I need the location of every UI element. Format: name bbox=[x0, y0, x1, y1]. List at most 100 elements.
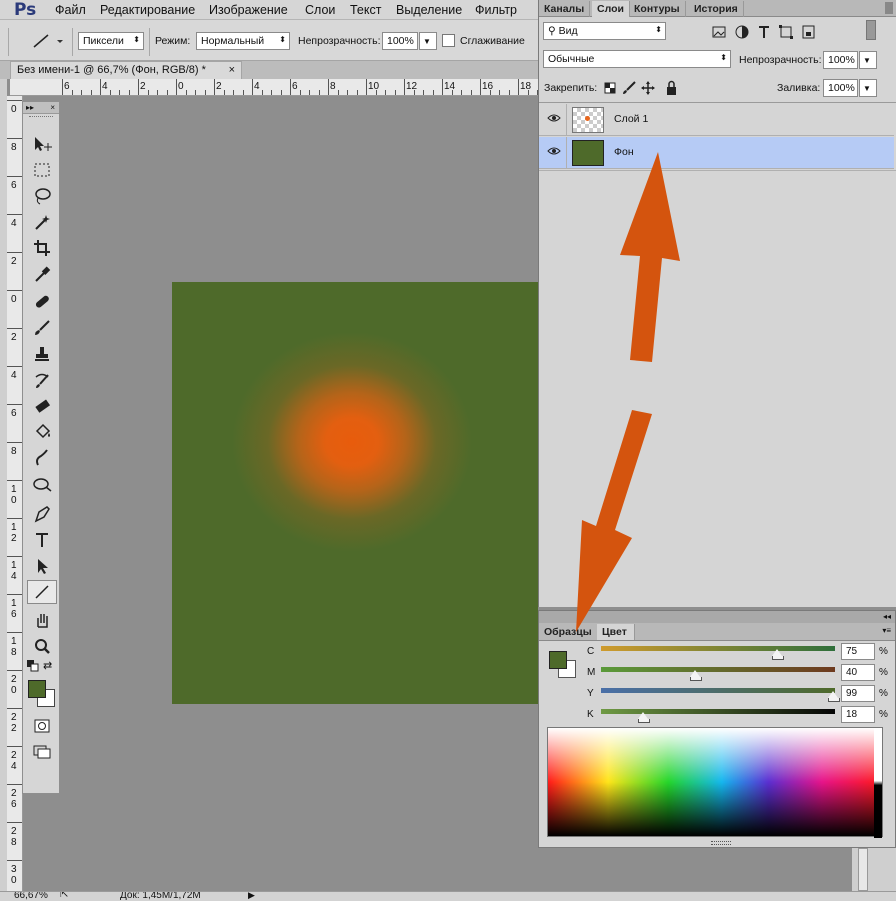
move-tool[interactable] bbox=[27, 132, 57, 156]
path-selection-tool[interactable] bbox=[27, 554, 57, 578]
close-icon[interactable]: × bbox=[50, 102, 55, 113]
smart-object-filter-icon[interactable] bbox=[802, 25, 815, 39]
close-icon[interactable]: × bbox=[229, 64, 235, 76]
swap-colors-icon[interactable]: ⇄ bbox=[43, 659, 57, 673]
black-slider-track[interactable] bbox=[601, 709, 835, 714]
adjustment-filter-icon[interactable] bbox=[735, 25, 749, 39]
opacity-dropdown-button[interactable]: ▼ bbox=[419, 32, 437, 50]
crop-tool[interactable] bbox=[27, 236, 57, 260]
yellow-slider-thumb[interactable] bbox=[828, 691, 840, 702]
menu-edit[interactable]: Редактирование bbox=[100, 3, 195, 17]
black-slider-thumb[interactable] bbox=[638, 712, 650, 723]
hand-tool[interactable] bbox=[27, 608, 57, 632]
paint-bucket-tool[interactable] bbox=[27, 420, 57, 444]
eye-icon[interactable] bbox=[547, 146, 561, 159]
black-white-ramp[interactable] bbox=[874, 728, 882, 838]
antialias-checkbox[interactable] bbox=[442, 34, 455, 47]
vertical-ruler[interactable]: 0 8 6 4 2 0 2 4 6 8 10 12 14 16 18 20 22 24 26 28 30 bbox=[7, 96, 23, 891]
image-filter-icon[interactable] bbox=[712, 26, 726, 38]
tools-grip[interactable] bbox=[29, 116, 53, 126]
foreground-color-swatch[interactable] bbox=[549, 651, 567, 669]
type-filter-icon[interactable] bbox=[759, 26, 769, 38]
fill-input[interactable]: 100% bbox=[823, 79, 858, 97]
collapse-icon[interactable]: ◂◂ bbox=[883, 612, 891, 621]
fill-dropdown[interactable]: ▼ bbox=[859, 79, 877, 97]
collapse-icon[interactable]: ▸▸ bbox=[26, 103, 34, 112]
document-canvas[interactable] bbox=[172, 282, 538, 704]
brush-tool[interactable] bbox=[27, 316, 57, 340]
pen-tool[interactable] bbox=[27, 502, 57, 526]
yellow-value-input[interactable]: 99 bbox=[841, 685, 875, 702]
zoom-level[interactable]: 66,67% bbox=[14, 892, 48, 901]
tab-history[interactable]: История bbox=[689, 1, 744, 17]
lock-transparency-icon[interactable] bbox=[604, 82, 616, 94]
cyan-slider-thumb[interactable] bbox=[772, 649, 784, 660]
layer-row-background[interactable]: Фон bbox=[539, 137, 894, 169]
eyedropper-tool[interactable] bbox=[27, 262, 57, 286]
layer-opacity-input[interactable]: 100% bbox=[823, 51, 858, 69]
lock-all-icon[interactable] bbox=[667, 80, 676, 96]
marquee-tool[interactable] bbox=[27, 158, 57, 182]
lasso-tool[interactable] bbox=[27, 184, 57, 208]
menu-layers[interactable]: Слои bbox=[305, 3, 335, 17]
resize-grip[interactable] bbox=[711, 841, 731, 845]
menu-image[interactable]: Изображение bbox=[209, 3, 288, 17]
black-value-input[interactable]: 18 bbox=[841, 706, 875, 723]
tab-paths[interactable]: Контуры bbox=[629, 1, 686, 17]
dodge-tool[interactable] bbox=[27, 472, 57, 496]
filter-toggle-switch[interactable] bbox=[866, 20, 876, 40]
shape-filter-icon[interactable] bbox=[779, 25, 793, 39]
menu-text[interactable]: Текст bbox=[350, 3, 381, 17]
cyan-slider-track[interactable] bbox=[601, 646, 835, 651]
layer-row-layer1[interactable]: Слой 1 bbox=[539, 104, 894, 136]
color-spectrum-ramp[interactable] bbox=[547, 727, 883, 838]
vertical-scrollbar[interactable] bbox=[852, 848, 896, 891]
magenta-slider-thumb[interactable] bbox=[690, 670, 702, 681]
mode-select[interactable]: Нормальный ⬍ bbox=[196, 32, 290, 50]
screen-mode-button[interactable] bbox=[27, 740, 57, 764]
yellow-slider-track[interactable] bbox=[601, 688, 835, 693]
healing-brush-tool[interactable] bbox=[27, 290, 57, 314]
panel-menu-icon[interactable]: ▾≡ bbox=[882, 626, 891, 635]
tab-layers[interactable]: Слои bbox=[592, 1, 630, 17]
units-select[interactable]: Пиксели ⬍ bbox=[78, 32, 144, 50]
line-tool[interactable] bbox=[27, 580, 57, 604]
export-icon[interactable]: ⇱ bbox=[60, 892, 68, 900]
quick-mask-button[interactable] bbox=[27, 714, 57, 738]
tools-panel-header[interactable]: ▸▸ × bbox=[23, 102, 59, 114]
clone-stamp-tool[interactable] bbox=[27, 342, 57, 366]
panel-scroll-handle[interactable] bbox=[885, 2, 893, 14]
smudge-tool[interactable] bbox=[27, 446, 57, 470]
tab-swatches[interactable]: Образцы bbox=[539, 624, 598, 640]
document-tab[interactable]: Без имени-1 @ 66,7% (Фон, RGB/8) * × bbox=[10, 61, 242, 79]
horizontal-ruler[interactable]: 64202468101214161820 bbox=[10, 79, 540, 96]
layer-name[interactable]: Фон bbox=[614, 146, 634, 158]
quick-selection-tool[interactable] bbox=[27, 210, 57, 234]
scrollbar-thumb[interactable] bbox=[858, 848, 868, 891]
blend-mode-select[interactable]: Обычные ⬍ bbox=[543, 50, 731, 68]
history-brush-tool[interactable] bbox=[27, 368, 57, 392]
eraser-tool[interactable] bbox=[27, 394, 57, 418]
play-icon[interactable]: ▶ bbox=[248, 892, 255, 901]
default-colors-icon[interactable] bbox=[27, 660, 39, 672]
eye-icon[interactable] bbox=[547, 113, 561, 126]
opacity-input[interactable]: 100% bbox=[382, 32, 418, 50]
menu-file[interactable]: Файл bbox=[55, 3, 86, 17]
magenta-slider-track[interactable] bbox=[601, 667, 835, 672]
type-tool[interactable] bbox=[27, 528, 57, 552]
layer-opacity-dropdown[interactable]: ▼ bbox=[859, 51, 877, 69]
tool-preset-picker[interactable] bbox=[30, 32, 68, 50]
lock-position-icon[interactable] bbox=[641, 81, 655, 95]
tab-color[interactable]: Цвет bbox=[597, 624, 635, 640]
color-panel-header[interactable]: ◂◂ bbox=[539, 611, 895, 623]
layer-filter-select[interactable]: ⚲ Вид ⬍ bbox=[543, 22, 666, 40]
lock-pixels-icon[interactable] bbox=[623, 81, 636, 94]
menu-select[interactable]: Выделение bbox=[396, 3, 462, 17]
cyan-value-input[interactable]: 75 bbox=[841, 643, 875, 660]
zoom-tool[interactable] bbox=[27, 634, 57, 658]
foreground-color-swatch[interactable] bbox=[28, 680, 46, 698]
layer-name[interactable]: Слой 1 bbox=[614, 113, 648, 125]
magenta-value-input[interactable]: 40 bbox=[841, 664, 875, 681]
tab-channels[interactable]: Каналы bbox=[539, 1, 591, 17]
menu-filter[interactable]: Фильтр bbox=[475, 3, 517, 17]
